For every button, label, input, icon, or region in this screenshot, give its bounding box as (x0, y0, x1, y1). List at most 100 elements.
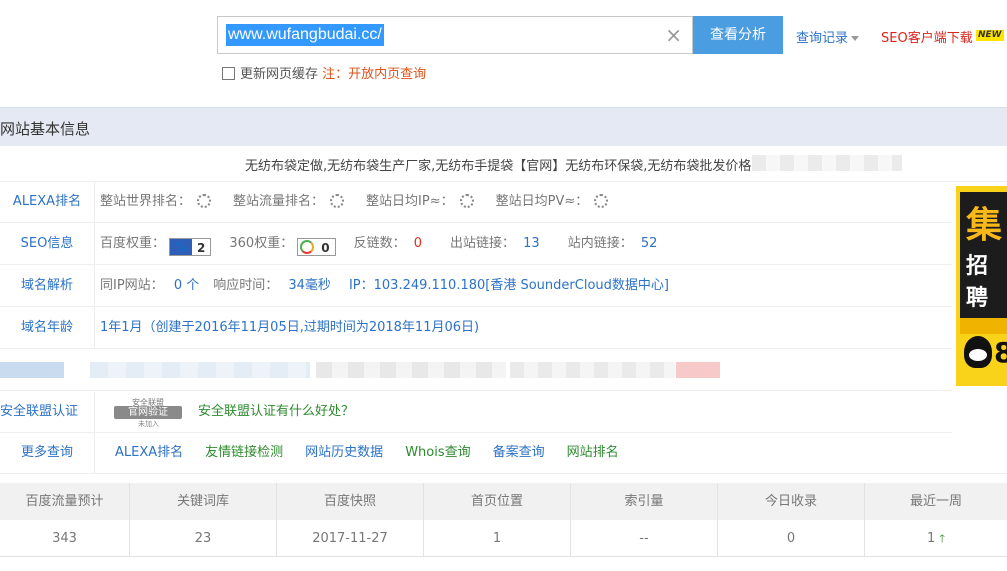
domain-label[interactable]: 域名解析 (0, 265, 95, 306)
response-value: 34毫秒 (288, 278, 331, 293)
blurred-block (90, 362, 310, 378)
baidu-traffic-value[interactable]: 343 (0, 520, 130, 557)
link-whois[interactable]: Whois查询 (405, 445, 470, 460)
age-label[interactable]: 域名年龄 (0, 307, 95, 348)
url-search-box[interactable]: www.wufangbudai.cc/ × (217, 16, 693, 54)
cert-badge[interactable]: 安全联盟 官网验证 未加入 (110, 397, 186, 428)
inlinks-value[interactable]: 52 (641, 236, 658, 251)
link-alexa-rank[interactable]: ALEXA排名 (115, 445, 183, 460)
baidu-weight-badge[interactable]: 🐾 2 (169, 238, 212, 256)
link-site-history[interactable]: 网站历史数据 (305, 445, 383, 460)
link-friend-links[interactable]: 友情链接检测 (205, 445, 283, 460)
stats-header: 百度流量预计 (0, 483, 130, 520)
w360-badge[interactable]: 0 (297, 238, 336, 256)
close-icon[interactable]: × (665, 23, 682, 47)
seo-content: 百度权重： 🐾 2 360权重： 0 反链数： 0 出站链接： 13 站内链接： 52 (100, 223, 657, 264)
baidu-weight-value: 2 (197, 241, 206, 255)
inlinks-label: 站内链接： (567, 236, 633, 251)
ip-label: IP： (348, 278, 374, 293)
loading-spinner-icon (330, 194, 345, 208)
cert-badge-sub: 未加入 (138, 420, 159, 428)
url-input[interactable]: www.wufangbudai.cc/ (226, 24, 384, 46)
link-icp-record[interactable]: 备案查询 (493, 445, 545, 460)
cert-badge-main: 官网验证 (114, 406, 182, 419)
blurred-text (752, 155, 902, 171)
more-queries-links: ALEXA排名 友情链接检测 网站历史数据 Whois查询 备案查询 网站排名 (115, 433, 641, 473)
domain-content: 同IP网站： 0 个响应时间： 34毫秒 IP：103.249.110.180[香… (100, 265, 669, 306)
more-queries-row: 更多查询 ALEXA排名 友情链接检测 网站历史数据 Whois查询 备案查询 网站排名 (0, 433, 1007, 474)
site-title: 无纺布袋定做,无纺布袋生产厂家,无纺布手提袋【官网】无纺布环保袋,无纺布袋批发价… (245, 159, 752, 174)
same-ip-value[interactable]: 0 个 (174, 278, 199, 293)
seo-row: SEO信息 百度权重： 🐾 2 360权重： 0 反链数： 0 出站链接： 13 站内链接： … (0, 223, 952, 265)
more-queries-label[interactable]: 更多查询 (0, 433, 95, 473)
same-ip-label: 同IP网站： (100, 278, 164, 293)
seo-client-download-link[interactable]: SEO客户端下载 (881, 27, 973, 46)
stats-header: 百度快照 (277, 483, 424, 520)
w360-value: 0 (321, 241, 330, 255)
ad-heading: 集 (966, 205, 1003, 246)
baidu-snapshot-value: 2017-11-27 (277, 520, 424, 557)
coins-graphic (960, 318, 1007, 334)
baidu-weight-label: 百度权重： (100, 236, 166, 251)
blurred-block (0, 362, 64, 378)
world-rank-label: 整站世界排名： (100, 194, 192, 209)
ad-subheading: 招聘 (966, 254, 989, 311)
blurred-row (0, 352, 952, 391)
penguin-icon (964, 336, 992, 368)
blurred-block (510, 362, 675, 378)
stats-header: 首页位置 (424, 483, 571, 520)
backlinks-value[interactable]: 0 (414, 236, 422, 251)
outlinks-label: 出站链接： (450, 236, 516, 251)
arrow-up-icon: 🡑 (939, 532, 945, 545)
blurred-block (676, 362, 720, 378)
stats-header: 索引量 (571, 483, 718, 520)
cache-note: 注：开放内页查询 (322, 67, 427, 82)
today-indexed-value: 0 (718, 520, 865, 557)
homepage-position-value: 1 (424, 520, 571, 557)
daily-ip-label: 整站日均IP≈： (366, 194, 454, 209)
cache-option: 更新网页缓存 注：开放内页查询 (222, 63, 426, 82)
loading-spinner-icon (594, 194, 609, 208)
site-title-row: 无纺布袋定做,无纺布袋生产厂家,无纺布手提袋【官网】无纺布环保袋,无纺布袋批发价… (0, 145, 1007, 182)
backlinks-label: 反链数： (353, 236, 406, 251)
ring-icon (298, 239, 316, 255)
keyword-count-value[interactable]: 23 (130, 520, 277, 557)
ip-value[interactable]: 103.249.110.180[香港 SounderCloud数据中心] (374, 278, 669, 293)
stats-table: 百度流量预计 关键词库 百度快照 首页位置 索引量 今日收录 最近一周 343 … (0, 483, 1007, 559)
update-cache-checkbox[interactable] (222, 67, 235, 80)
age-value: 1年1月（创建于2016年11月05日,过期时间为2018年11月06日) (100, 320, 480, 335)
loading-spinner-icon (197, 194, 212, 208)
daily-pv-label: 整站日均PV≈： (495, 194, 589, 209)
history-label: 查询记录 (796, 31, 849, 46)
query-history-dropdown[interactable]: 查询记录 (796, 27, 860, 46)
domain-row: 域名解析 同IP网站： 0 个响应时间： 34毫秒 IP：103.249.110.… (0, 265, 952, 307)
cert-label[interactable]: 安全联盟认证 (0, 392, 95, 432)
update-cache-label[interactable]: 更新网页缓存 (240, 67, 318, 82)
traffic-rank-label: 整站流量排名： (233, 194, 325, 209)
index-count-value: -- (571, 520, 718, 557)
new-badge: NEW (976, 30, 1004, 41)
blurred-block (316, 362, 506, 378)
last-week-value: 1 (926, 531, 936, 546)
stats-header: 最近一周 (909, 494, 962, 509)
chevron-down-icon (851, 36, 860, 41)
cert-benefit-link[interactable]: 安全联盟认证有什么好处？ (198, 392, 354, 432)
advertisement-banner[interactable]: 集 招聘 8 (956, 186, 1007, 386)
alexa-row: ALEXA排名 整站世界排名： 整站流量排名： 整站日均IP≈： 整站日均PV≈： (0, 181, 952, 223)
alexa-content: 整站世界排名： 整站流量排名： 整站日均IP≈： 整站日均PV≈： (100, 181, 630, 222)
response-label: 响应时间： (213, 278, 279, 293)
loading-spinner-icon (459, 194, 474, 208)
age-content: 1年1月（创建于2016年11月05日,过期时间为2018年11月06日) (100, 307, 479, 348)
link-site-ranking[interactable]: 网站排名 (567, 445, 619, 460)
outlinks-value[interactable]: 13 (523, 236, 540, 251)
ad-digit: 8 (994, 336, 1007, 369)
w360-label: 360权重： (229, 236, 294, 251)
section-title: 网站基本信息 (0, 120, 91, 138)
search-header: www.wufangbudai.cc/ × 查看分析 查询记录 SEO客户端下载… (0, 0, 1007, 100)
stats-header: 今日收录 (718, 483, 865, 520)
cert-row: 安全联盟认证 安全联盟 官网验证 未加入 安全联盟认证有什么好处？ (0, 392, 952, 433)
alexa-label[interactable]: ALEXA排名 (0, 181, 95, 222)
seo-label[interactable]: SEO信息 (0, 223, 95, 264)
stats-header: 关键词库 (130, 483, 277, 520)
analyze-button[interactable]: 查看分析 (693, 16, 783, 54)
